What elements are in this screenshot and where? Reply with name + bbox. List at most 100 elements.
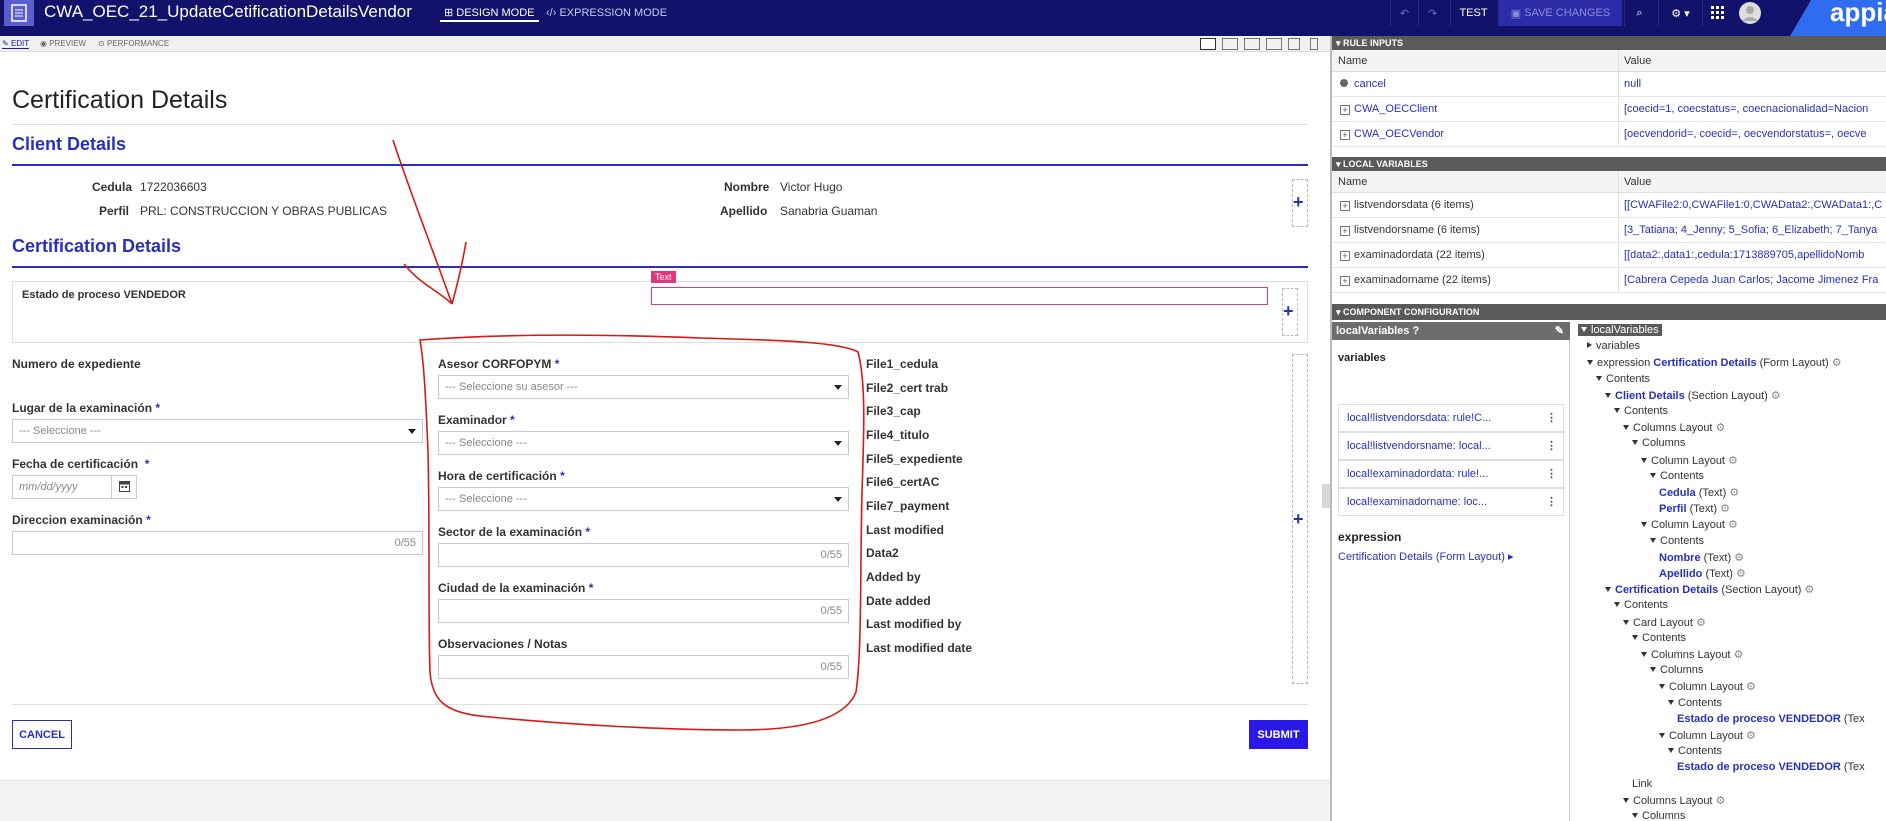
gear-icon[interactable]: ⚙ [1717, 503, 1730, 515]
tree-node[interactable]: Column Layout ⚙ [1641, 454, 1738, 467]
tree-node[interactable]: Column Layout ⚙ [1659, 729, 1756, 742]
variable-item[interactable]: local!listvendorsdata: rule!C... ⋮ [1338, 404, 1564, 432]
gear-icon[interactable]: ⚙ [1693, 617, 1706, 629]
expand-icon[interactable]: + [1340, 251, 1350, 261]
caret-down-icon[interactable] [1632, 813, 1638, 818]
tree-node[interactable]: Contents [1596, 373, 1650, 385]
caret-down-icon[interactable] [1623, 425, 1629, 431]
caret-down-icon[interactable] [1641, 652, 1647, 657]
fecha-date-input[interactable]: mm/dd/yyyy [12, 475, 112, 499]
direccion-input[interactable]: 0/55 [12, 531, 423, 555]
expand-icon[interactable]: + [1340, 226, 1350, 236]
rule-input-value[interactable]: [oecvendorid=, coecid=, oecvendorstatus=… [1624, 128, 1886, 140]
expand-icon[interactable]: + [1340, 130, 1350, 140]
caret-right-icon[interactable] [1587, 342, 1592, 349]
caret-down-icon[interactable] [1650, 667, 1656, 673]
local-variable-value[interactable]: [[CWAFile2:0,CWAFile1:0,CWAData2:,CWADat… [1624, 199, 1886, 211]
tree-node[interactable]: Columns Layout ⚙ [1641, 648, 1743, 661]
caret-down-icon[interactable] [1659, 684, 1665, 690]
caret-down-icon[interactable] [1668, 748, 1674, 754]
gear-icon[interactable]: ⚙ [1733, 568, 1746, 580]
local-variable-row[interactable]: + listvendorsdata (6 items) [[CWAFile2:0,… [1332, 193, 1886, 218]
kebab-menu-icon[interactable]: ⋮ [1546, 467, 1557, 480]
kebab-menu-icon[interactable]: ⋮ [1546, 411, 1557, 424]
local-variable-value[interactable]: [[data2:,data1:,cedula:1713889705,apelli… [1624, 249, 1886, 261]
caret-down-icon[interactable] [1587, 360, 1593, 366]
caret-down-icon[interactable] [1614, 408, 1620, 413]
local-variable-row[interactable]: + examinadorname (22 items) [Cabrera Cepe… [1332, 268, 1886, 293]
expand-icon[interactable]: + [1340, 105, 1350, 115]
tree-node[interactable]: Cedula (Text) ⚙ [1659, 486, 1739, 499]
ciudad-input[interactable]: 0/55 [438, 599, 849, 623]
rule-input-row[interactable]: cancel null [1332, 72, 1886, 97]
asesor-dropdown[interactable]: --- Seleccione su asesor --- [438, 375, 849, 399]
gear-icon[interactable]: ⚙ [1743, 730, 1756, 742]
tree-node[interactable]: Client Details (Section Layout) ⚙ [1605, 389, 1781, 402]
panel-resize-handle[interactable] [1322, 484, 1330, 508]
caret-down-icon[interactable] [1581, 327, 1587, 332]
gear-icon[interactable]: ⚙ [1713, 422, 1726, 434]
tree-node[interactable]: Columns [1632, 810, 1685, 821]
sector-input[interactable]: 0/55 [438, 543, 849, 567]
edit-icon[interactable]: ✎ [1555, 322, 1564, 340]
gear-icon[interactable]: ⚙ [1731, 649, 1744, 661]
tab-edit[interactable]: ✎ EDIT [2, 39, 30, 49]
tree-node[interactable]: Nombre (Text) ⚙ [1659, 551, 1744, 564]
local-variable-row[interactable]: + listvendorsname (6 items) [3_Tatiana; 4… [1332, 218, 1886, 243]
kebab-menu-icon[interactable]: ⋮ [1546, 439, 1557, 452]
design-mode-tab[interactable]: ⊞ DESIGN MODE [440, 4, 539, 22]
expression-mode-tab[interactable]: ‹/› EXPRESSION MODE [542, 4, 671, 22]
tree-node[interactable]: Columns Layout ⚙ [1623, 794, 1725, 807]
caret-down-icon[interactable] [1632, 634, 1638, 640]
expand-icon[interactable]: + [1340, 276, 1350, 286]
caret-down-icon[interactable] [1623, 797, 1629, 803]
gear-icon[interactable]: ⚙ [1726, 487, 1739, 499]
tree-node[interactable]: Contents [1650, 470, 1704, 482]
tree-node[interactable]: Contents [1614, 599, 1668, 611]
tree-node[interactable]: Certification Details (Section Layout) ⚙ [1605, 583, 1814, 596]
rule-inputs-header[interactable]: ▾ RULE INPUTS [1332, 36, 1886, 50]
component-configuration-header[interactable]: ▾ COMPONENT CONFIGURATION [1332, 304, 1886, 320]
tree-node[interactable]: Column Layout ⚙ [1659, 680, 1756, 693]
hora-dropdown[interactable]: --- Seleccione --- [438, 487, 849, 511]
gear-icon[interactable]: ⚙ [1725, 455, 1738, 467]
card-add-icon[interactable]: + [1283, 302, 1294, 320]
variable-item[interactable]: local!examinadordata: rule!... ⋮ [1338, 460, 1564, 488]
variable-item[interactable]: local!listvendorsname: local... ⋮ [1338, 432, 1564, 460]
tree-node[interactable]: expression Certification Details (Form L… [1587, 356, 1842, 369]
tree-node[interactable]: Contents [1632, 632, 1686, 644]
tree-node[interactable]: Contents [1650, 535, 1704, 547]
undo-icon[interactable]: ↶ [1390, 0, 1418, 26]
tablet-icon[interactable] [1288, 38, 1300, 50]
tree-node[interactable]: Card Layout ⚙ [1623, 616, 1706, 629]
tree-node[interactable]: Contents [1668, 745, 1722, 757]
gear-icon[interactable]: ⚙ [1713, 795, 1726, 807]
column-add-icon[interactable]: + [1293, 510, 1304, 528]
caret-down-icon[interactable] [1596, 375, 1602, 381]
caret-down-icon[interactable] [1650, 472, 1656, 478]
search-object-icon[interactable]: ⌕ [1624, 0, 1654, 26]
tree-node[interactable]: Columns [1650, 664, 1703, 676]
local-variable-value[interactable]: [Cabrera Cepeda Juan Carlos; Jacome Jime… [1624, 274, 1886, 286]
rule-input-row[interactable]: + CWA_OECClient [coecid=1, coecstatus=, c… [1332, 97, 1886, 122]
tree-node[interactable]: Apellido (Text) ⚙ [1659, 567, 1746, 580]
tree-node[interactable]: Columns [1632, 437, 1685, 449]
tree-node[interactable]: Contents [1668, 697, 1722, 709]
observaciones-input[interactable]: 0/55 [438, 655, 849, 679]
caret-down-icon[interactable] [1605, 587, 1611, 593]
tab-preview[interactable]: ◉ PREVIEW [40, 39, 86, 48]
caret-down-icon[interactable] [1623, 619, 1629, 625]
gear-icon[interactable]: ⚙ [1829, 357, 1842, 369]
tree-node[interactable]: Estado de proceso VENDEDOR (Tex [1677, 761, 1865, 773]
settings-gear-icon[interactable]: ⚙ ▾ [1658, 0, 1702, 26]
desktop-icon[interactable] [1244, 38, 1260, 50]
app-menu-icon[interactable] [4, 0, 34, 26]
rule-input-value[interactable]: [coecid=1, coecstatus=, coecnacionalidad… [1624, 103, 1886, 115]
calendar-icon[interactable] [111, 475, 137, 499]
caret-down-icon[interactable] [1632, 440, 1638, 446]
caret-down-icon[interactable] [1641, 457, 1647, 463]
expression-link[interactable]: Certification Details (Form Layout) ▸ [1338, 550, 1513, 563]
help-icon[interactable]: ? [1412, 325, 1419, 337]
tree-node[interactable]: Column Layout ⚙ [1641, 518, 1738, 531]
tree-node[interactable]: Link [1632, 778, 1652, 790]
